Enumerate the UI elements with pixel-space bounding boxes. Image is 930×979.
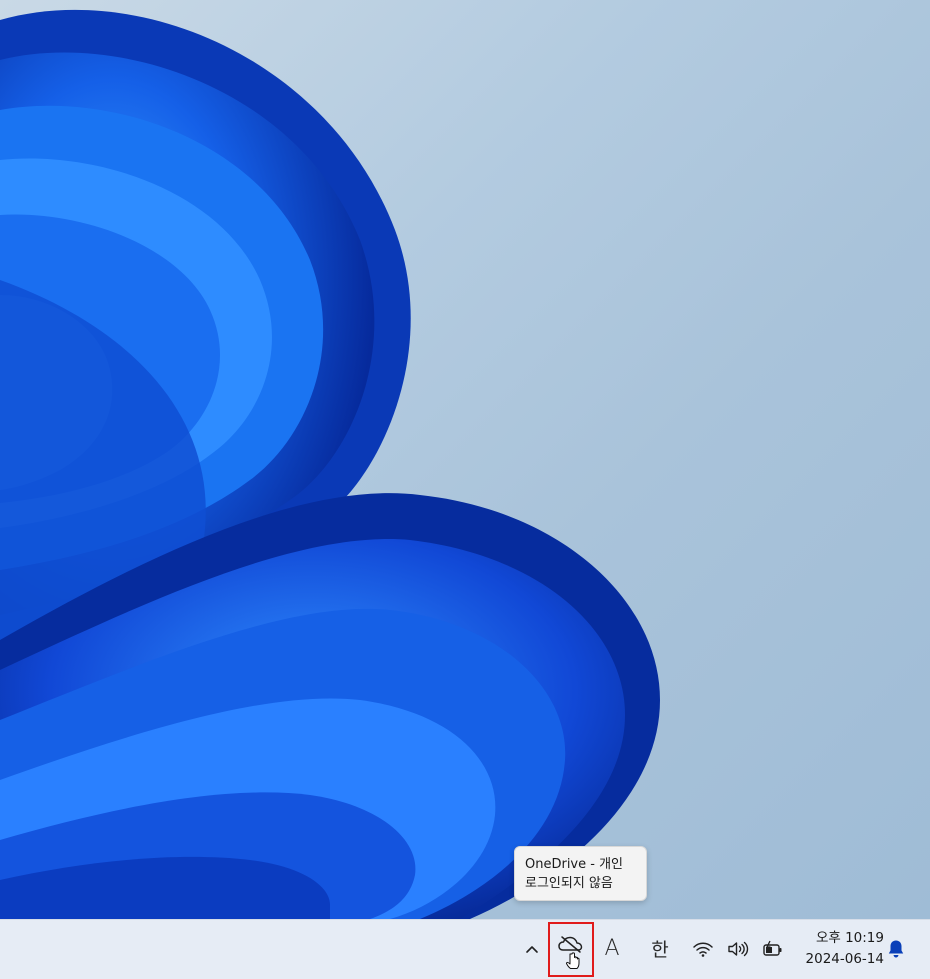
quick-settings-button[interactable] (692, 936, 784, 962)
ime-mode-latin[interactable]: A (600, 933, 624, 963)
taskbar: A 한 오후 10:19 2024-06-14 (0, 919, 930, 979)
wallpaper-bloom (0, 9, 660, 919)
tooltip-line-1: OneDrive - 개인 (525, 857, 624, 872)
chevron-up-icon[interactable] (520, 937, 544, 961)
battery-charging-icon (762, 940, 784, 958)
desktop (0, 0, 930, 919)
bell-icon[interactable] (884, 937, 908, 961)
clock-date: 2024-06-14 (805, 951, 884, 967)
tooltip-line-2: 로그인되지 않음 (525, 876, 613, 891)
onedrive-tooltip: OneDrive - 개인 로그인되지 않음 (514, 846, 647, 901)
onedrive-cloud-offline-icon (556, 930, 586, 970)
volume-icon (727, 940, 749, 958)
clock[interactable]: 오후 10:19 2024-06-14 (792, 928, 884, 972)
ime-mode-hangul[interactable]: 한 (645, 933, 675, 963)
clock-time: 오후 10:19 (815, 930, 884, 946)
wifi-icon (692, 940, 714, 958)
onedrive-tray-button[interactable] (548, 922, 594, 977)
